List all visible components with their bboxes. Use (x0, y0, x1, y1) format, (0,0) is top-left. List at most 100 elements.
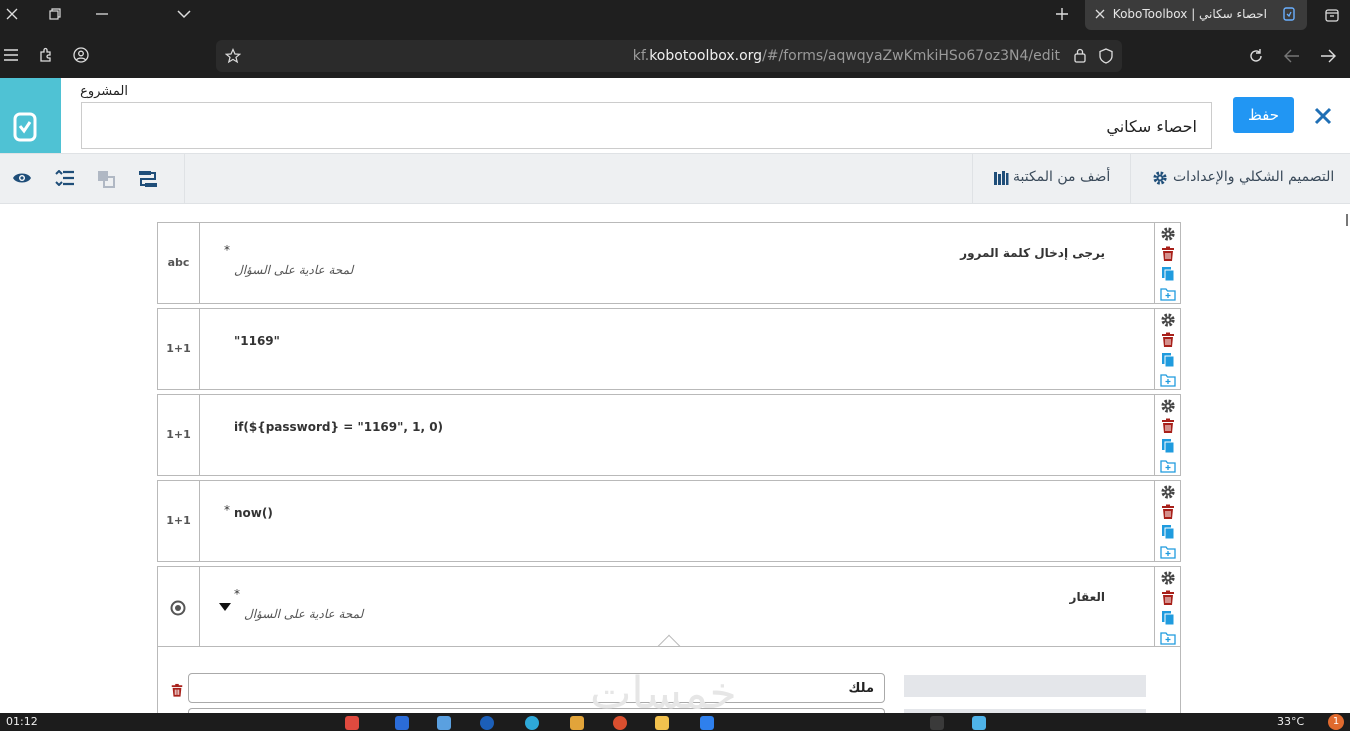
collapse-all-icon[interactable] (55, 170, 75, 186)
toolbar-divider (184, 154, 185, 203)
calculation-expression[interactable]: "1169" (234, 334, 280, 348)
reload-icon[interactable] (1248, 48, 1264, 64)
skip-logic-icon[interactable] (138, 169, 158, 189)
question-row[interactable]: abc * يرجى إدخال كلمة المرور لمحة عادية … (157, 222, 1181, 304)
url-text: kf.kobotoolbox.org/#/forms/aqwqyaZwKmkiH… (632, 48, 1060, 64)
question-type-label: 1+1 (158, 309, 200, 389)
choice-value-field[interactable] (904, 675, 1146, 697)
restore-window-icon[interactable] (49, 8, 61, 20)
duplicate-copy-icon[interactable] (1160, 610, 1176, 626)
delete-choice-trash-icon[interactable] (170, 683, 184, 698)
tab-active[interactable]: احصاء سكاني | KoboToolbox (1085, 0, 1307, 30)
notification-badge[interactable]: 1 (1328, 714, 1344, 730)
account-icon[interactable] (73, 47, 89, 63)
required-star: * (234, 587, 240, 601)
taskbar-app-icon[interactable] (345, 716, 359, 730)
required-star: * (224, 503, 230, 517)
tab-manager-icon[interactable] (1324, 7, 1340, 23)
add-to-library-icon[interactable] (1160, 286, 1176, 302)
gear-icon (1152, 170, 1168, 186)
taskbar-app-icon[interactable] (570, 716, 584, 730)
question-row[interactable]: 1+1 if(${password} = "1169", 1, 0) (157, 394, 1181, 476)
delete-trash-icon[interactable] (1160, 332, 1176, 348)
bookmark-star-icon[interactable] (225, 48, 241, 64)
scrollbar-thumb[interactable] (1346, 214, 1348, 226)
question-row[interactable]: 1+1 "1169" (157, 308, 1181, 390)
close-form-icon[interactable] (1311, 104, 1335, 128)
menu-icon[interactable] (4, 49, 18, 61)
taskbar-app-icon[interactable] (437, 716, 451, 730)
toolbar-divider (1130, 154, 1131, 203)
duplicate-copy-icon[interactable] (1160, 438, 1176, 454)
new-tab-icon[interactable] (1055, 7, 1069, 21)
browser-titlebar: احصاء سكاني | KoboToolbox (0, 0, 1350, 36)
library-books-icon (993, 170, 1009, 186)
forward-arrow-icon[interactable] (1320, 49, 1336, 63)
taskbar-app-icon[interactable] (480, 716, 494, 730)
browser-toolbar: kf.kobotoolbox.org/#/forms/aqwqyaZwKmkiH… (0, 36, 1350, 78)
group-questions-icon[interactable] (97, 170, 115, 188)
add-to-library-icon[interactable] (1160, 458, 1176, 474)
required-star: * (224, 243, 230, 257)
taskbar-folder-icon[interactable] (655, 716, 669, 730)
taskbar-app-icon[interactable] (395, 716, 409, 730)
radio-select-icon (170, 600, 186, 616)
layout-settings-button[interactable]: التصميم الشكلي والإعدادات (1173, 169, 1334, 185)
add-from-library-button[interactable]: أضف من المكتبة (1013, 169, 1110, 185)
save-button[interactable]: حفظ (1233, 97, 1294, 133)
calculation-expression[interactable]: if(${password} = "1169", 1, 0) (234, 420, 443, 434)
taskbar-app-icon[interactable] (525, 716, 539, 730)
lock-icon[interactable] (1074, 48, 1086, 63)
kobo-logo[interactable] (0, 78, 61, 153)
expand-triangle-icon[interactable] (219, 603, 231, 611)
extensions-icon[interactable] (38, 47, 54, 63)
form-header: حفظ المشروع احصاء سكاني (0, 78, 1350, 153)
settings-gear-icon[interactable] (1160, 312, 1176, 328)
question-actions (1154, 481, 1180, 561)
taskbar-app-icon[interactable] (700, 716, 714, 730)
question-row[interactable]: 1+1 * now() (157, 480, 1181, 562)
settings-gear-icon[interactable] (1160, 226, 1176, 242)
duplicate-copy-icon[interactable] (1160, 266, 1176, 282)
form-builder-toolbar: أضف من المكتبة التصميم الشكلي والإعدادات (0, 153, 1350, 204)
delete-trash-icon[interactable] (1160, 590, 1176, 606)
settings-gear-icon[interactable] (1160, 398, 1176, 414)
minimize-window-icon[interactable] (96, 13, 108, 15)
delete-trash-icon[interactable] (1160, 504, 1176, 520)
settings-gear-icon[interactable] (1160, 570, 1176, 586)
question-label[interactable]: العقار (1070, 590, 1105, 604)
settings-gear-icon[interactable] (1160, 484, 1176, 500)
close-window-icon[interactable] (5, 7, 19, 21)
kobo-favicon-icon (1283, 7, 1295, 21)
calculation-expression[interactable]: now() (234, 506, 273, 520)
add-to-library-icon[interactable] (1160, 544, 1176, 560)
shield-icon[interactable] (1099, 48, 1113, 64)
taskbar-clock: 01:12 (6, 715, 38, 728)
delete-trash-icon[interactable] (1160, 418, 1176, 434)
question-hint[interactable]: لمحة عادية على السؤال (234, 263, 353, 277)
back-arrow-icon[interactable] (1284, 49, 1300, 63)
question-hint[interactable]: لمحة عادية على السؤال (244, 607, 363, 621)
delete-trash-icon[interactable] (1160, 246, 1176, 262)
project-label: المشروع (80, 84, 128, 99)
toolbar-divider (972, 154, 973, 203)
add-to-library-icon[interactable] (1160, 372, 1176, 388)
preview-eye-icon[interactable] (12, 171, 32, 185)
taskbar-app-icon[interactable] (930, 716, 944, 730)
tab-title: احصاء سكاني | KoboToolbox (1112, 7, 1267, 21)
address-bar[interactable]: kf.kobotoolbox.org/#/forms/aqwqyaZwKmkiH… (216, 40, 1122, 72)
add-to-library-icon[interactable] (1160, 630, 1176, 646)
question-type-label: 1+1 (158, 395, 200, 475)
taskbar-app-icon[interactable] (613, 716, 627, 730)
duplicate-copy-icon[interactable] (1160, 524, 1176, 540)
project-name-input[interactable]: احصاء سكاني (81, 102, 1212, 149)
kobo-logo-icon (13, 112, 37, 142)
question-type-label: abc (158, 223, 200, 303)
question-type-label: 1+1 (158, 481, 200, 561)
duplicate-copy-icon[interactable] (1160, 352, 1176, 368)
windows-start-icon[interactable] (972, 716, 986, 730)
question-label[interactable]: يرجى إدخال كلمة المرور (960, 246, 1105, 260)
tab-list-chevron-icon[interactable] (177, 9, 191, 19)
close-tab-icon[interactable] (1095, 9, 1105, 19)
choice-label-input[interactable]: ملك (188, 673, 885, 703)
